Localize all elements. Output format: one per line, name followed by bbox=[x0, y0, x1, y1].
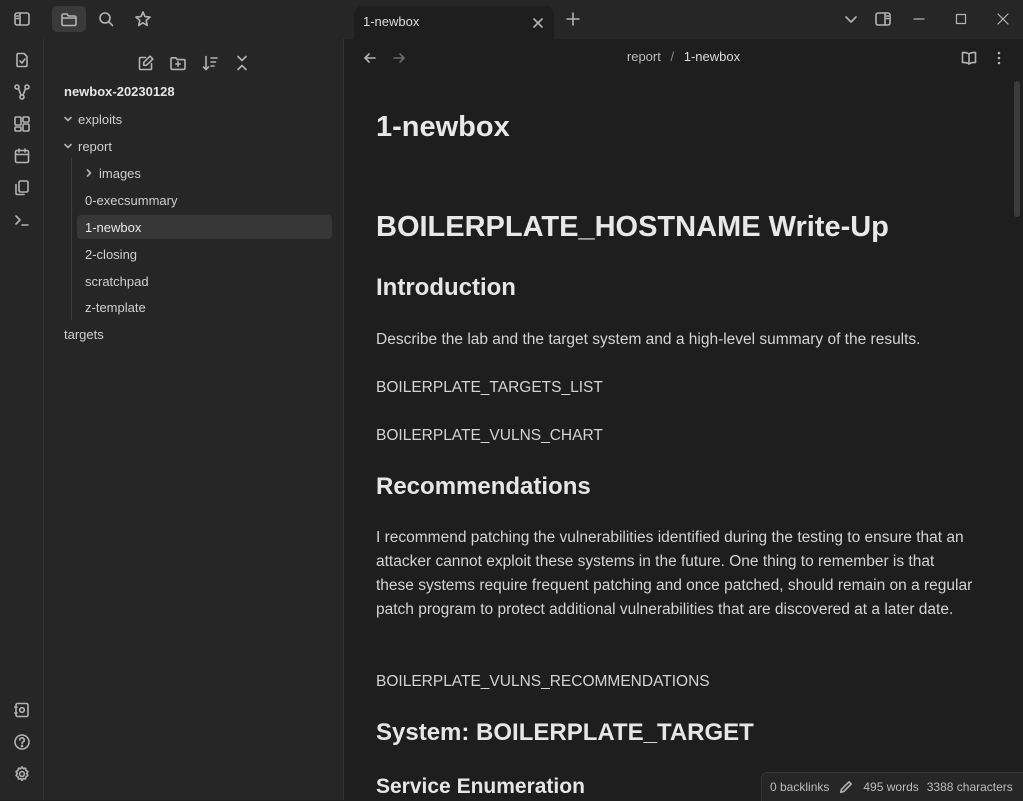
heading-system: System: BOILERPLATE_TARGET bbox=[376, 719, 754, 746]
new-note-icon[interactable] bbox=[133, 50, 159, 76]
tree-file-1-newbox[interactable]: 1-newbox bbox=[77, 215, 332, 239]
sort-icon[interactable] bbox=[197, 50, 223, 76]
tab-1-newbox[interactable]: 1-newbox bbox=[354, 6, 554, 39]
breadcrumb: report / 1-newbox bbox=[344, 49, 1023, 64]
breadcrumb-separator: / bbox=[670, 49, 675, 64]
folder-icon[interactable] bbox=[52, 6, 86, 32]
tree-file-z-template[interactable]: z-template bbox=[77, 295, 332, 319]
graph-view-icon[interactable] bbox=[10, 80, 34, 104]
tab-title: 1-newbox bbox=[363, 14, 420, 29]
tree-label: report bbox=[78, 138, 112, 154]
tree-folder-report[interactable]: report bbox=[60, 134, 332, 158]
tree-file-2-closing[interactable]: 2-closing bbox=[77, 242, 332, 266]
tree-label: 2-closing bbox=[85, 246, 138, 262]
star-icon[interactable] bbox=[126, 6, 160, 32]
scrollbar-thumb[interactable] bbox=[1014, 81, 1020, 217]
backlinks-count[interactable]: 0 backlinks bbox=[770, 780, 829, 794]
tree-label: 0-execsummary bbox=[85, 192, 178, 208]
word-count: 495 words bbox=[863, 780, 919, 794]
minimize-icon[interactable] bbox=[902, 6, 936, 32]
settings-icon[interactable] bbox=[10, 762, 34, 786]
inline-title[interactable]: 1-newbox bbox=[376, 111, 510, 144]
tree-label: targets bbox=[64, 326, 104, 342]
ribbon bbox=[0, 39, 44, 800]
tree-guide bbox=[71, 158, 72, 320]
heading-recommendations: Recommendations bbox=[376, 473, 591, 500]
heading-1: BOILERPLATE_HOSTNAME Write-Up bbox=[376, 211, 889, 243]
tree-label: z-template bbox=[85, 299, 146, 315]
tree-folder-images[interactable]: images bbox=[81, 161, 332, 185]
paragraph-vulns-chart: BOILERPLATE_VULNS_CHART bbox=[376, 427, 603, 444]
paragraph-recommendations: I recommend patching the vulnerabilities… bbox=[376, 529, 973, 618]
file-explorer: newbox-20230128 exploits report images 0… bbox=[44, 39, 344, 800]
search-icon[interactable] bbox=[89, 6, 123, 32]
maximize-icon[interactable] bbox=[944, 6, 978, 32]
new-tab-plus-icon[interactable] bbox=[562, 7, 584, 31]
templates-icon[interactable] bbox=[10, 176, 34, 200]
tree-folder-exploits[interactable]: exploits bbox=[60, 107, 332, 131]
open-note-icon[interactable] bbox=[10, 48, 34, 72]
tree-file-targets[interactable]: targets bbox=[56, 322, 332, 346]
help-icon[interactable] bbox=[10, 730, 34, 754]
title-bar: 1-newbox bbox=[0, 0, 1023, 39]
paragraph-targets-list: BOILERPLATE_TARGETS_LIST bbox=[376, 379, 603, 396]
character-count: 3388 characters bbox=[926, 780, 1013, 794]
new-folder-icon[interactable] bbox=[165, 50, 191, 76]
heading-service-enumeration: Service Enumeration bbox=[376, 775, 585, 798]
tree-file-0-execsummary[interactable]: 0-execsummary bbox=[77, 188, 332, 212]
chevron-down-icon[interactable] bbox=[834, 6, 868, 32]
chevron-down-icon bbox=[60, 111, 76, 127]
collapse-all-icon[interactable] bbox=[229, 50, 255, 76]
editor-pane: report / 1-newbox 1-newbox BOILERPLATE_H… bbox=[344, 39, 1023, 800]
tree-label: 1-newbox bbox=[85, 219, 142, 235]
chevron-right-icon bbox=[81, 165, 97, 181]
vault-icon[interactable] bbox=[10, 698, 34, 722]
daily-note-icon[interactable] bbox=[10, 144, 34, 168]
close-tab-icon[interactable] bbox=[528, 13, 548, 33]
tree-file-scratchpad[interactable]: scratchpad bbox=[77, 269, 332, 293]
right-sidebar-icon[interactable] bbox=[866, 6, 900, 32]
more-options-icon[interactable] bbox=[990, 49, 1008, 67]
breadcrumb-folder[interactable]: report bbox=[627, 49, 661, 64]
tree-label: images bbox=[99, 165, 141, 181]
heading-introduction: Introduction bbox=[376, 274, 516, 301]
status-bar: 0 backlinks 495 words 3388 characters bbox=[761, 772, 1023, 801]
chevron-down-icon bbox=[60, 138, 76, 154]
paragraph-intro: Describe the lab and the target system a… bbox=[376, 331, 921, 348]
reading-view-icon[interactable] bbox=[960, 49, 978, 67]
tree-label: exploits bbox=[78, 111, 123, 127]
close-window-icon[interactable] bbox=[986, 6, 1020, 32]
breadcrumb-file[interactable]: 1-newbox bbox=[684, 49, 740, 64]
vault-name: newbox-20230128 bbox=[64, 84, 175, 99]
command-palette-icon[interactable] bbox=[10, 208, 34, 232]
paragraph-vulns-recommendations: BOILERPLATE_VULNS_RECOMMENDATIONS bbox=[376, 673, 710, 690]
tree-label: scratchpad bbox=[85, 273, 149, 289]
sidebar-toggle-icon[interactable] bbox=[5, 6, 39, 32]
edit-mode-icon[interactable] bbox=[839, 780, 853, 794]
canvas-icon[interactable] bbox=[10, 112, 34, 136]
